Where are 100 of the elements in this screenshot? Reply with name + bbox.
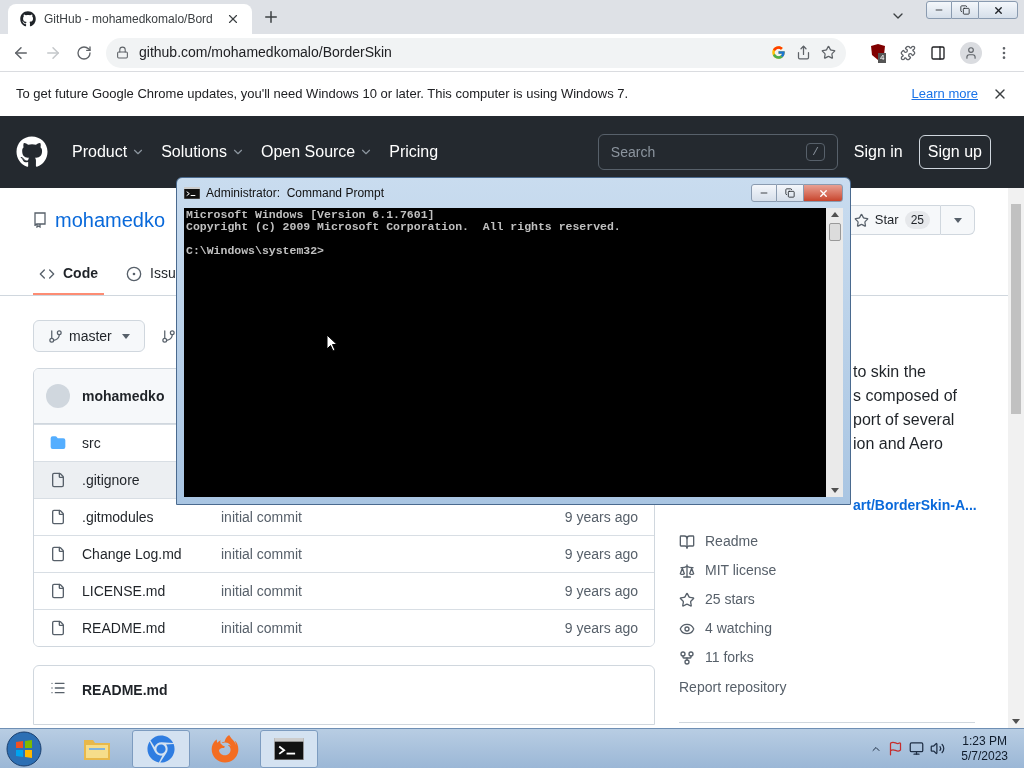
commit-age: 9 years ago <box>564 544 638 564</box>
about-link[interactable]: 4 watching <box>705 618 772 639</box>
issue-icon <box>126 265 142 282</box>
profile-avatar[interactable] <box>960 41 982 64</box>
file-icon <box>50 583 66 599</box>
nav-item[interactable]: Solutions <box>161 140 245 164</box>
repo-owner-link[interactable]: mohamedko <box>55 205 166 235</box>
website-link[interactable]: art/BorderSkin-A... <box>853 495 975 516</box>
commit-age: 9 years ago <box>564 507 638 527</box>
file-name[interactable]: README.md <box>82 617 221 639</box>
console-icon <box>274 737 304 760</box>
close-button[interactable] <box>978 1 1018 19</box>
scrollbar[interactable] <box>1008 188 1024 728</box>
scroll-up-icon[interactable] <box>830 212 839 217</box>
commit-message[interactable]: initial commit <box>221 506 302 528</box>
file-icon <box>50 620 66 636</box>
commit-message[interactable]: initial commit <box>221 580 302 602</box>
file-name[interactable]: LICENSE.md <box>82 580 221 602</box>
share-icon[interactable] <box>796 45 811 60</box>
taskbar-button[interactable] <box>260 729 318 768</box>
description-text: port of several <box>853 410 956 430</box>
list-icon[interactable] <box>50 680 66 696</box>
console-line: Microsoft Windows [Version 6.1.7601] <box>186 209 436 221</box>
file-row[interactable]: README.md initial commit 9 years ago <box>34 609 654 646</box>
star-icon <box>853 212 869 228</box>
minimize-button[interactable] <box>751 184 777 202</box>
close-icon[interactable] <box>226 12 240 26</box>
star-dropdown-button[interactable] <box>941 205 975 235</box>
about-link[interactable]: 25 stars <box>705 589 755 610</box>
extension-badge: 4 <box>878 53 887 63</box>
commit-age: 9 years ago <box>564 618 638 638</box>
file-icon <box>50 546 66 562</box>
fork-icon <box>679 649 695 666</box>
scroll-thumb[interactable] <box>1011 204 1021 414</box>
github-icon <box>20 11 36 27</box>
nav-item[interactable]: Open Source <box>260 140 374 164</box>
browser-tab[interactable]: GitHub - mohamedkomalo/Bord <box>8 4 252 34</box>
caret-icon <box>121 333 130 339</box>
flag-icon[interactable] <box>888 741 904 756</box>
close-icon <box>817 187 829 199</box>
minimize-button[interactable] <box>926 1 952 19</box>
branch-button[interactable]: master <box>33 320 145 352</box>
maximize-button[interactable] <box>952 1 978 19</box>
commit-message[interactable]: initial commit <box>221 543 302 565</box>
avatar <box>46 384 70 408</box>
window-title: Administrator: Command Prompt <box>206 185 386 202</box>
commit-message[interactable]: initial commit <box>221 617 302 639</box>
nav-item[interactable]: Pricing <box>389 140 439 164</box>
close-button[interactable] <box>803 184 843 202</box>
console-scrollbar[interactable] <box>826 208 843 497</box>
about-link[interactable]: 11 forks <box>705 647 754 668</box>
commit-age: 9 years ago <box>564 581 638 601</box>
nav-item[interactable]: Product <box>72 140 146 164</box>
volume-icon[interactable] <box>930 741 946 756</box>
lock-icon <box>116 46 129 59</box>
restore-icon <box>960 5 970 15</box>
new-tab-icon[interactable] <box>262 8 280 26</box>
report-link[interactable]: Report repository <box>679 677 975 698</box>
branches-icon[interactable] <box>160 328 176 344</box>
folder-icon <box>50 435 66 451</box>
clock[interactable]: 1:23 PM 5/7/2023 <box>961 733 1008 764</box>
start-button[interactable] <box>6 730 42 767</box>
scroll-down-icon[interactable] <box>1012 719 1020 724</box>
google-icon[interactable] <box>771 45 786 60</box>
sign-in-link[interactable]: Sign in <box>853 140 903 164</box>
side-panel-icon[interactable] <box>930 44 946 61</box>
file-name[interactable]: Change Log.md <box>82 543 221 565</box>
address-bar[interactable]: github.com/mohamedkomalo/BorderSkin <box>106 37 846 68</box>
description-text: to skin the <box>853 362 927 382</box>
bookmark-icon[interactable] <box>821 45 836 60</box>
star-icon <box>679 591 695 608</box>
learn-more-link[interactable]: Learn more <box>911 84 978 104</box>
network-icon[interactable] <box>909 741 925 756</box>
extensions-icon[interactable] <box>900 44 916 61</box>
close-icon <box>992 4 1004 16</box>
chrome-icon[interactable] <box>147 734 175 763</box>
commit-author[interactable]: mohamedko <box>82 385 165 407</box>
description-text: ion and Aero <box>853 434 944 454</box>
github-logo[interactable] <box>16 136 48 168</box>
scroll-down-icon[interactable] <box>830 488 839 493</box>
command-prompt-dialog[interactable]: Administrator: Command Prompt Microsoft Windows [Version 6.1.7601] Copyright (c) 2009 Microsoft Corporation. All rights reserved. C:\Windows\system32> <box>176 177 851 505</box>
about-link[interactable]: MIT license <box>705 560 777 581</box>
sign-up-button[interactable]: Sign up <box>918 135 991 169</box>
about-link[interactable]: Readme <box>705 531 758 552</box>
scroll-thumb[interactable] <box>828 223 841 241</box>
repo-icon <box>33 212 47 228</box>
reload-icon[interactable] <box>76 44 92 61</box>
tab-title: GitHub - mohamedkomalo/Bord <box>44 11 214 28</box>
infobar-message: To get future Google Chrome updates, you'll need Windows 10 or later. This computer is using Windows 7. <box>16 85 630 104</box>
maximize-button[interactable] <box>777 184 803 202</box>
console-line: Copyright (c) 2009 Microsoft Corporation. All rights reserved. <box>186 221 622 233</box>
shortcut-key: / <box>806 142 825 162</box>
book-icon <box>679 533 695 550</box>
mouse-cursor <box>326 334 338 352</box>
repo-tab[interactable]: Code <box>33 254 104 295</box>
search-field[interactable]: Search / <box>597 134 838 170</box>
readme-title: README.md <box>82 681 168 700</box>
scale-icon <box>679 562 695 579</box>
caret-icon <box>953 217 962 223</box>
file-name[interactable]: .gitmodules <box>82 506 221 528</box>
